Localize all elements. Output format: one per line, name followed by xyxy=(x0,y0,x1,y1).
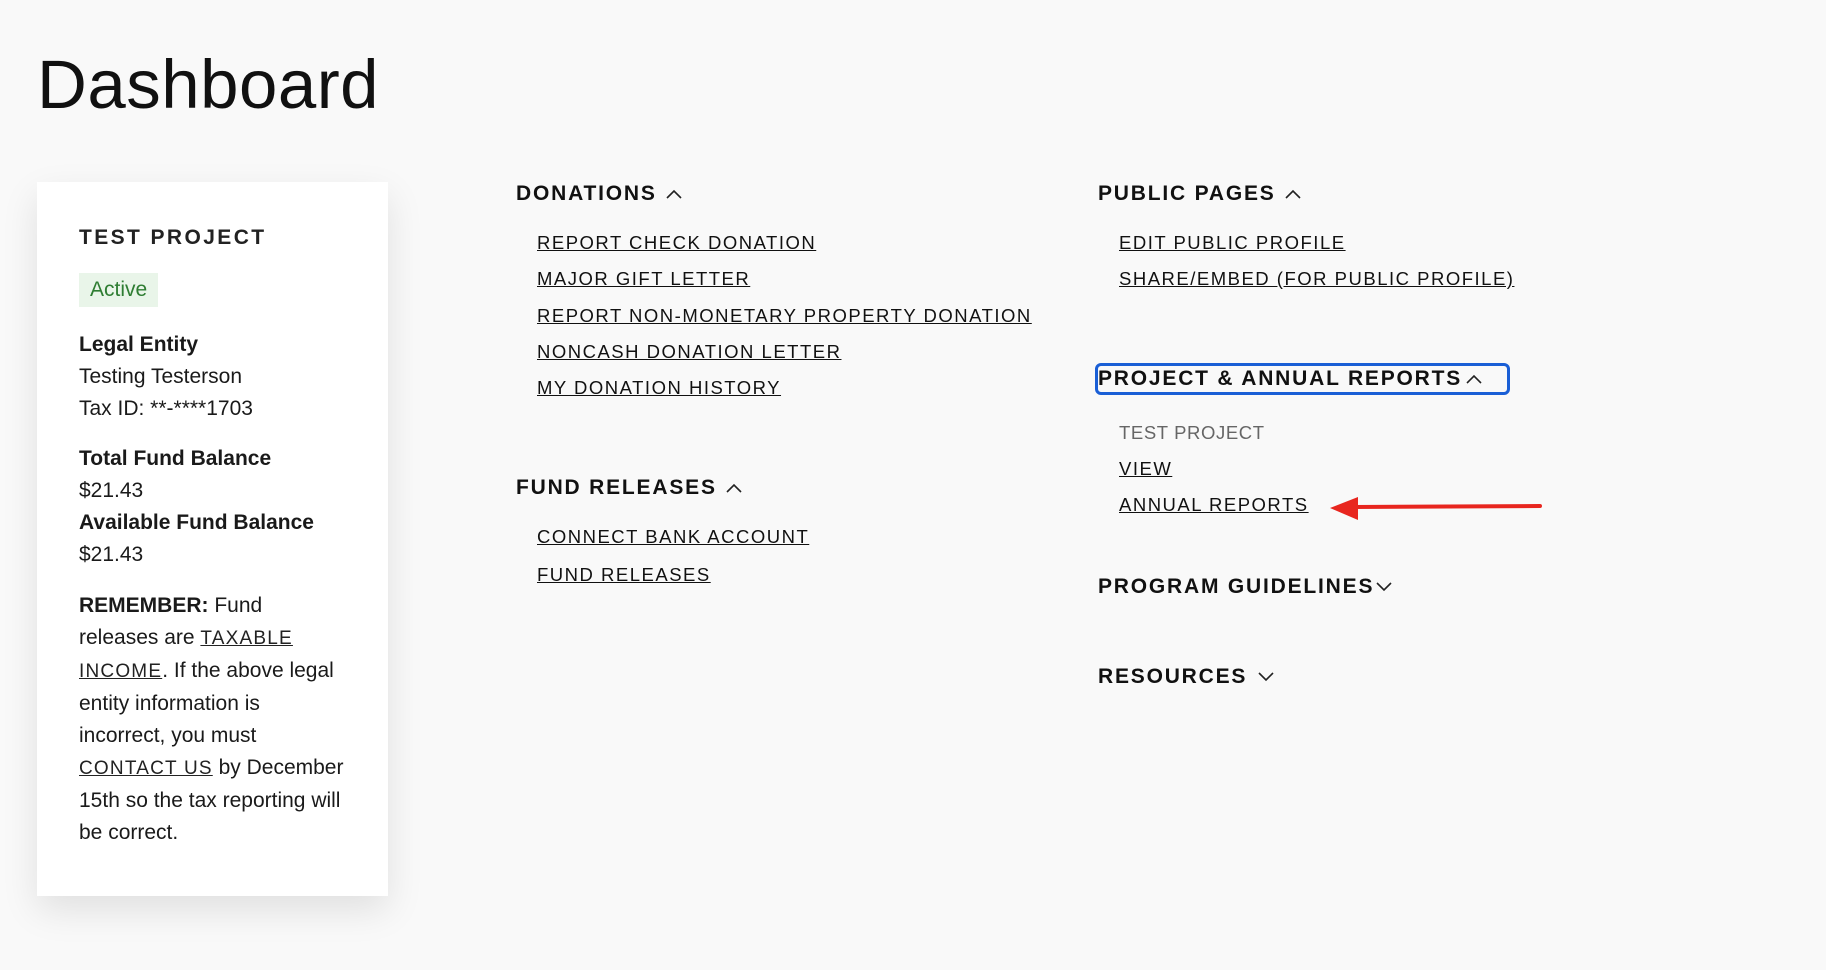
fund-releases-links: CONNECT BANK ACCOUNT FUND RELEASES xyxy=(516,524,809,588)
annual-reports-link[interactable]: ANNUAL REPORTS xyxy=(1119,494,1309,515)
remember-label: REMEMBER: xyxy=(79,594,209,617)
total-fund-value: $21.43 xyxy=(79,479,144,502)
donations-links: REPORT CHECK DONATION MAJOR GIFT LETTER … xyxy=(516,230,1032,401)
available-fund-value: $21.43 xyxy=(79,543,144,566)
fund-releases-toggle[interactable]: FUND RELEASES xyxy=(516,475,809,501)
legal-entity-name: Testing Testerson xyxy=(79,365,243,388)
view-report-link[interactable]: VIEW xyxy=(1119,458,1172,479)
program-guidelines-section: PROGRAM GUIDELINES xyxy=(1098,574,1392,600)
chevron-down-icon xyxy=(1258,672,1274,682)
program-guidelines-title: PROGRAM GUIDELINES xyxy=(1098,575,1375,598)
project-card: TEST PROJECT Active Legal Entity Testing… xyxy=(37,182,388,896)
red-arrow-annotation xyxy=(1330,497,1542,520)
remember-note: REMEMBER: Fund releases are TAXABLE INCO… xyxy=(79,590,346,849)
project-name: TEST PROJECT xyxy=(79,226,267,249)
legal-entity-block: Legal Entity Testing Testerson Tax ID: *… xyxy=(79,329,346,425)
fund-releases-link[interactable]: FUND RELEASES xyxy=(537,564,711,585)
available-fund-label: Available Fund Balance xyxy=(79,511,314,534)
public-pages-links: EDIT PUBLIC PROFILE SHARE/EMBED (FOR PUB… xyxy=(1098,230,1514,292)
chevron-down-icon xyxy=(1376,582,1392,592)
fund-balance-block: Total Fund Balance $21.43 Available Fund… xyxy=(79,443,346,571)
noncash-donation-letter-link[interactable]: NONCASH DONATION LETTER xyxy=(537,341,841,362)
public-pages-title: PUBLIC PAGES xyxy=(1098,182,1276,205)
status-badge: Active xyxy=(79,273,159,307)
donations-title: DONATIONS xyxy=(516,182,657,205)
public-pages-toggle[interactable]: PUBLIC PAGES xyxy=(1098,181,1514,207)
resources-title: RESOURCES xyxy=(1098,665,1248,688)
chevron-up-icon xyxy=(1284,189,1301,199)
chevron-up-icon xyxy=(726,483,742,493)
major-gift-letter-link[interactable]: MAJOR GIFT LETTER xyxy=(537,268,750,289)
share-embed-link[interactable]: SHARE/EMBED (FOR PUBLIC PROFILE) xyxy=(1119,268,1514,289)
project-subheading: TEST PROJECT xyxy=(1119,422,1265,443)
total-fund-label: Total Fund Balance xyxy=(79,447,272,470)
chevron-up-icon xyxy=(1466,374,1482,384)
resources-section: RESOURCES xyxy=(1098,664,1274,690)
tax-id: Tax ID: **-****1703 xyxy=(79,397,253,420)
my-donation-history-link[interactable]: MY DONATION HISTORY xyxy=(537,377,781,398)
public-pages-section: PUBLIC PAGES EDIT PUBLIC PROFILE SHARE/E… xyxy=(1098,181,1514,292)
project-reports-toggle[interactable]: PROJECT & ANNUAL REPORTS xyxy=(1095,363,1511,395)
page-title: Dashboard xyxy=(37,46,380,123)
fund-releases-title: FUND RELEASES xyxy=(516,476,717,499)
connect-bank-account-link[interactable]: CONNECT BANK ACCOUNT xyxy=(537,526,809,547)
contact-us-link[interactable]: CONTACT US xyxy=(79,758,213,779)
resources-toggle[interactable]: RESOURCES xyxy=(1098,664,1274,690)
program-guidelines-toggle[interactable]: PROGRAM GUIDELINES xyxy=(1098,574,1392,600)
chevron-up-icon xyxy=(666,189,682,199)
report-non-monetary-donation-link[interactable]: REPORT NON-MONETARY PROPERTY DONATION xyxy=(537,305,1032,326)
report-check-donation-link[interactable]: REPORT CHECK DONATION xyxy=(537,232,816,253)
fund-releases-section: FUND RELEASES CONNECT BANK ACCOUNT FUND … xyxy=(516,475,809,588)
donations-toggle[interactable]: DONATIONS xyxy=(516,181,1032,207)
donations-section: DONATIONS REPORT CHECK DONATION MAJOR GI… xyxy=(516,181,1032,401)
edit-public-profile-link[interactable]: EDIT PUBLIC PROFILE xyxy=(1119,232,1346,253)
legal-entity-label: Legal Entity xyxy=(79,333,199,356)
project-reports-title: PROJECT & ANNUAL REPORTS xyxy=(1098,367,1463,390)
